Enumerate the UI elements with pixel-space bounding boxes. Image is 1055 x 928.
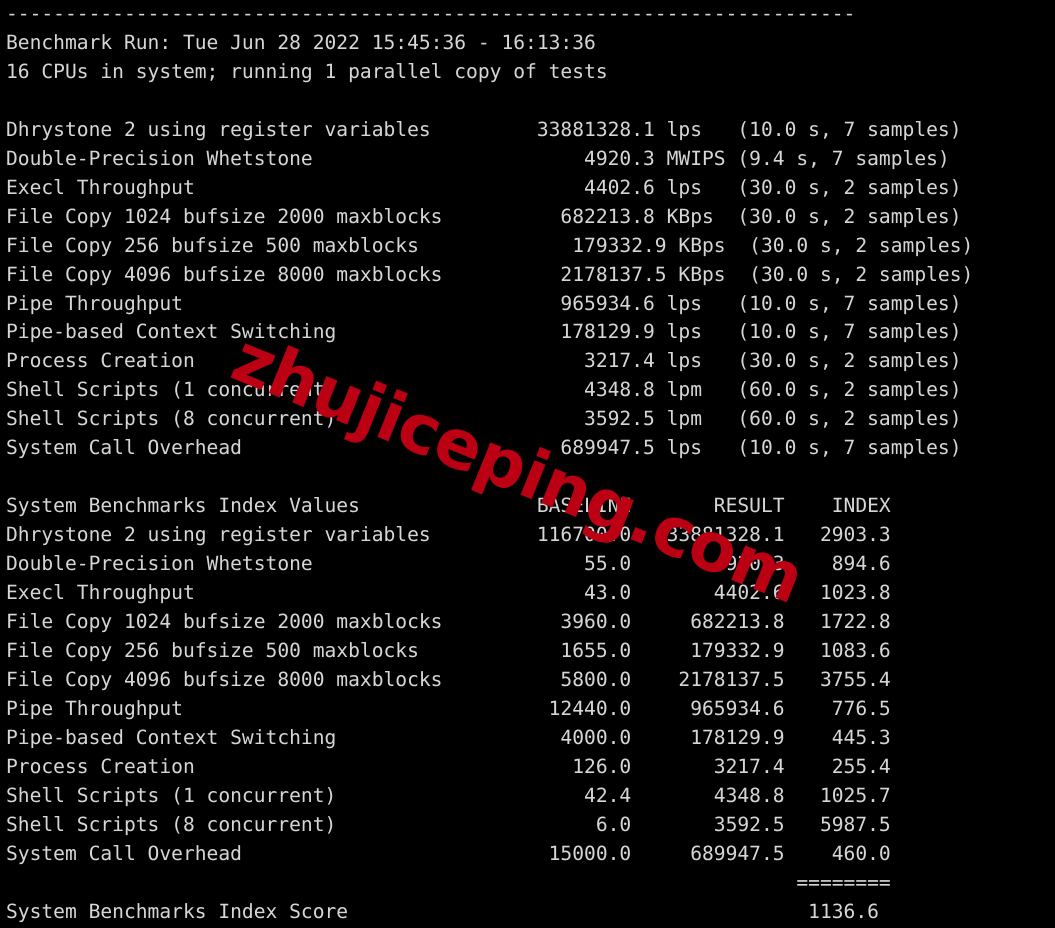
benchmark-output-text: ----------------------------------------… <box>6 2 974 923</box>
terminal-window: ----------------------------------------… <box>0 0 1055 928</box>
